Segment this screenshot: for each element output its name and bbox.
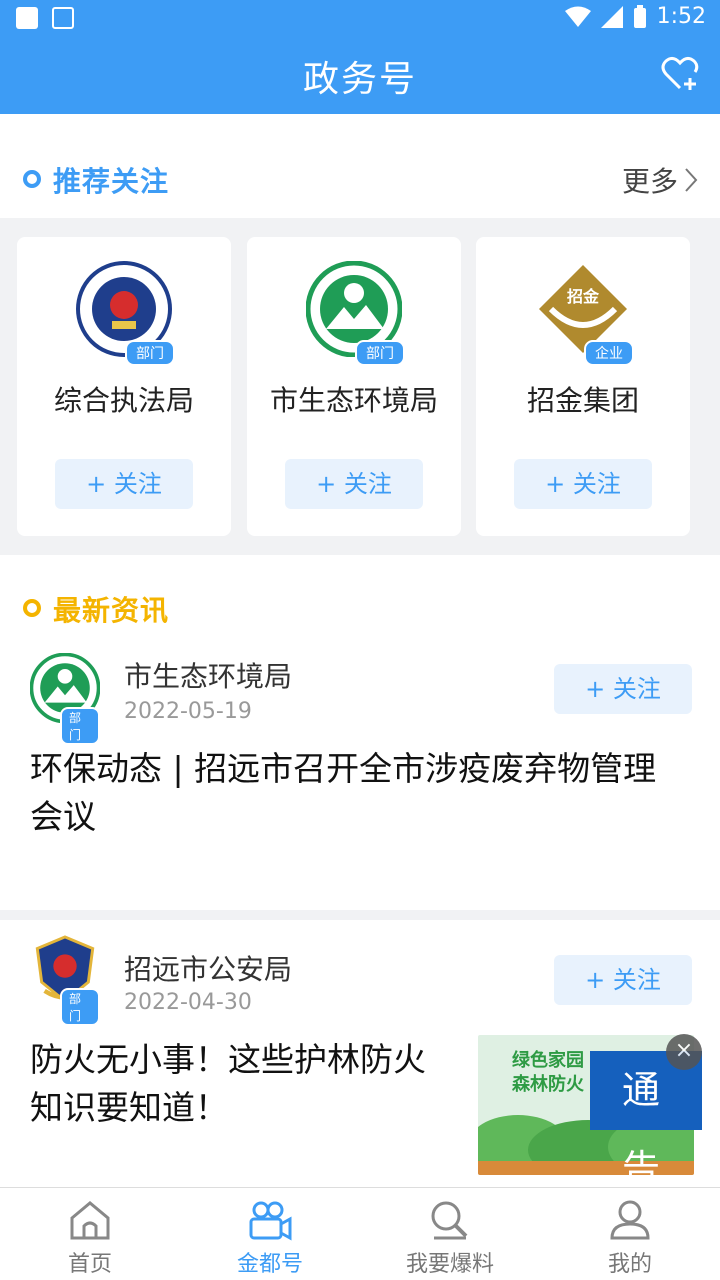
avatar: 部门 (30, 934, 100, 1026)
tab-label: 我的 (607, 1252, 652, 1277)
follow-button[interactable]: + 关注 (285, 459, 423, 509)
tab-label: 我要爆料 (405, 1252, 494, 1277)
recommend-card[interactable]: 部门 市生态环境局 + 关注 (247, 237, 461, 536)
tab-label: 金都号 (236, 1252, 303, 1277)
recommend-title: 推荐关注 (53, 165, 170, 198)
company-badge: 企业 (584, 340, 634, 366)
tab-report[interactable]: 我要爆料 (360, 1188, 540, 1280)
more-link[interactable]: 更多 (622, 160, 698, 200)
video-camera-icon (249, 1201, 292, 1241)
news-author: 招远市公安局 (124, 953, 293, 986)
tab-mine[interactable]: 我的 (540, 1188, 720, 1280)
bottom-tab-bar: 首页 金都号 我要爆料 我的 (0, 1187, 720, 1280)
page-title: 政务号 (302, 59, 417, 100)
divider (0, 910, 720, 920)
recommend-card[interactable]: 部门 综合执法局 + 关注 (17, 237, 231, 536)
more-label: 更多 (621, 165, 678, 198)
add-favorite-icon[interactable] (660, 54, 700, 94)
dept-badge: 部门 (60, 988, 100, 1026)
signal-icon (600, 5, 623, 28)
recommend-header: 推荐关注 更多 (0, 114, 720, 218)
news-title: 最新资讯 (53, 594, 170, 627)
avatar: 部门 (29, 652, 101, 745)
tab-home[interactable]: 首页 (0, 1188, 180, 1280)
dept-badge: 部门 (355, 340, 405, 366)
news-date: 2022-05-19 (124, 699, 252, 724)
search-report-icon (431, 1201, 468, 1240)
home-icon (70, 1201, 110, 1240)
news-date: 2022-04-30 (124, 990, 252, 1015)
recommend-cards: 部门 综合执法局 + 关注 部门 市生态环境局 + 关注 招金 企业 招金集团 … (0, 218, 720, 555)
chevron-right-icon (685, 168, 698, 192)
follow-button[interactable]: + 关注 (514, 459, 652, 509)
follow-button[interactable]: + 关注 (55, 459, 193, 509)
card-name: 市生态环境局 (269, 384, 438, 417)
close-icon[interactable]: × (666, 1034, 702, 1070)
recommend-card[interactable]: 招金 企业 招金集团 + 关注 (476, 237, 690, 536)
user-icon (610, 1200, 650, 1240)
news-headline[interactable]: 环保动态 | 招远市召开全市涉疫废弃物管理会议 (30, 745, 680, 841)
dept-badge: 部门 (125, 340, 175, 366)
tab-jindu[interactable]: 金都号 (180, 1188, 360, 1280)
card-name: 综合执法局 (53, 384, 194, 417)
follow-button[interactable]: + 关注 (554, 955, 692, 1005)
logo-text: 招金 (566, 287, 599, 306)
text-icon (52, 7, 74, 29)
gallery-icon (16, 7, 38, 29)
follow-button[interactable]: + 关注 (554, 664, 692, 714)
tab-label: 首页 (67, 1252, 112, 1277)
section-dot-icon (23, 599, 41, 617)
dept-badge: 部门 (60, 707, 100, 745)
news-author: 市生态环境局 (124, 660, 293, 693)
card-name: 招金集团 (526, 384, 639, 417)
app-bar: 政务号 (0, 36, 720, 114)
news-item[interactable]: 部门 市生态环境局 2022-05-19 + 关注 环保动态 | 招远市召开全市… (0, 645, 720, 900)
wifi-icon (564, 6, 591, 27)
section-dot-icon (23, 170, 41, 188)
news-headline[interactable]: 防火无小事！这些护林防火知识要知道！ (30, 1036, 458, 1132)
battery-icon (633, 4, 646, 28)
status-bar: 1:52 (0, 0, 720, 36)
status-time: 1:52 (656, 4, 706, 29)
